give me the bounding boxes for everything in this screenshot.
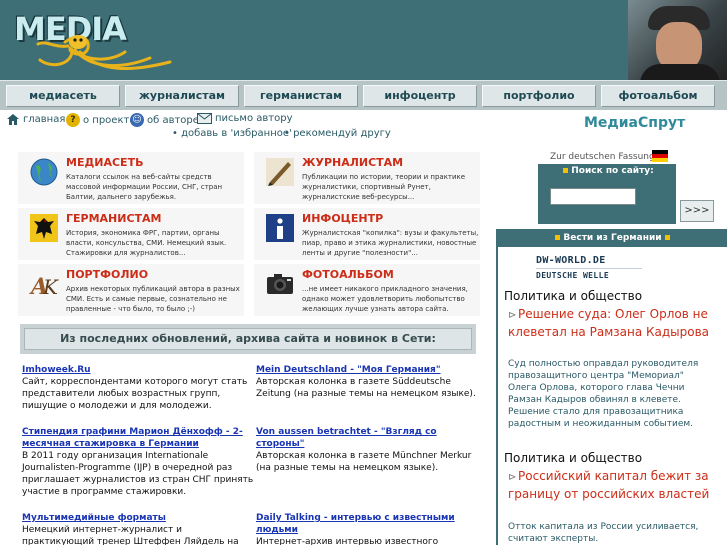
news-item: Mein Deutschland - "Моя Германия" Авторс… <box>256 364 488 400</box>
right-sidebar: Zur deutschen Fassung Поиск по сайту: >>… <box>496 144 727 545</box>
letter-label: письмо автору <box>215 113 293 124</box>
news-title-link[interactable]: Imhoweek.Ru <box>22 364 254 376</box>
about-author-link[interactable]: ☺ об авторе <box>130 113 199 127</box>
section-desc: История, экономика ФРГ, партии, органы в… <box>66 229 227 257</box>
news-text: Авторская колонка в газете Süddeutsche Z… <box>256 377 476 399</box>
section-infocenter[interactable]: ИНФОЦЕНТР Журналистская "копилка": вузы … <box>254 208 480 260</box>
dw-section-title: Политика и общество <box>504 289 643 303</box>
main-nav: медиасеть журналистам германистам инфоце… <box>0 80 727 110</box>
section-title[interactable]: МЕДИАСЕТЬ <box>66 156 143 169</box>
dw-news-desc: Отток капитала из России усиливается, сч… <box>508 522 699 544</box>
news-title-link[interactable]: Mein Deutschland - "Моя Германия" <box>256 364 488 376</box>
section-portfolio[interactable]: AK ПОРТФОЛИО Архив некоторых публикаций … <box>18 264 244 316</box>
dw-logo[interactable]: DW-WORLD.DE DEUTSCHE WELLE <box>536 255 642 280</box>
search-button[interactable]: >>> <box>680 200 714 222</box>
dw-news-desc: Суд полностью оправдал руководителя прав… <box>508 359 699 429</box>
section-photoalbum[interactable]: ФОТОАЛЬБОМ ...не имеет никакого прикладн… <box>254 264 480 316</box>
section-journalists[interactable]: ЖУРНАЛИСТАМ Публикации по истории, теори… <box>254 152 480 204</box>
search-label-text: Поиск по сайту: <box>571 166 654 176</box>
nav-photoalbum[interactable]: фотоальбом <box>601 85 715 107</box>
section-title[interactable]: ФОТОАЛЬБОМ <box>302 268 394 281</box>
dw-news-box: Вести из Германии DW-WORLD.DE DEUTSCHE W… <box>496 229 727 545</box>
site-title: МедиаСпрут <box>584 115 686 131</box>
section-desc: Каталоги ссылок на веб-сайты средств мас… <box>66 173 223 201</box>
site-header: MEDIA <box>0 0 727 80</box>
dw-news-link[interactable]: ⊳ Российский капитал бежит за границу от … <box>508 468 713 503</box>
section-desc: Журналистская "копилка": вузы и факульте… <box>302 229 479 257</box>
section-mediaset[interactable]: МЕДИАСЕТЬ Каталоги ссылок на веб-сайты с… <box>18 152 244 204</box>
news-item: Стипендия графини Марион Дёнхофф - 2-мес… <box>22 426 254 498</box>
about-project-link[interactable]: ? о проекте <box>66 113 135 127</box>
about-project-label: о проекте <box>83 114 136 126</box>
dw-header-text: Вести из Германии <box>563 233 662 243</box>
envelope-icon <box>197 113 212 124</box>
news-title-link[interactable]: Daily Talking - интервью с известными лю… <box>256 512 488 536</box>
news-title-link[interactable]: Стипендия графини Марион Дёнхофф - 2-мес… <box>22 426 254 450</box>
news-title-link[interactable]: Von aussen betrachtet - "Взгляд со сторо… <box>256 426 488 450</box>
section-desc: ...не имеет никакого прикладного значени… <box>302 285 468 313</box>
updates-bar: Из последних обновлений, архива сайта и … <box>20 324 476 354</box>
letter-link[interactable]: письмо автору <box>197 113 293 124</box>
about-author-label: об авторе <box>147 114 199 126</box>
updates-heading: Из последних обновлений, архива сайта и … <box>24 328 472 350</box>
nav-germanists[interactable]: германистам <box>244 85 358 107</box>
favorites-link[interactable]: • добавь в 'избранное' <box>172 128 292 139</box>
search-label: Поиск по сайту: <box>538 166 676 176</box>
section-title[interactable]: ПОРТФОЛИО <box>66 268 148 281</box>
dw-section-title: Политика и общество <box>504 451 643 465</box>
dw-news-title: Российский капитал бежит за границу от р… <box>508 469 710 501</box>
german-version-link[interactable]: Zur deutschen Fassung <box>550 152 655 162</box>
news-text: Немецкий интернет-журналист и практикующ… <box>22 525 239 545</box>
german-flag-icon[interactable] <box>652 150 668 162</box>
news-text: В 2011 году организация Internationale J… <box>22 451 254 497</box>
arrow-bullet-icon: ⊳ <box>508 472 517 483</box>
news-item: Мультимедийные форматы Немецкий интернет… <box>22 512 254 545</box>
news-item: Daily Talking - интервью с известными лю… <box>256 512 488 545</box>
section-title[interactable]: ИНФОЦЕНТР <box>302 212 383 225</box>
section-desc: Публикации по истории, теории и практике… <box>302 173 466 201</box>
dw-header: Вести из Германии <box>498 229 727 247</box>
section-germanists[interactable]: ГЕРМАНИСТАМ История, экономика ФРГ, парт… <box>18 208 244 260</box>
dw-news-link[interactable]: ⊳ Решение суда: Олег Орлов не клеветал на… <box>508 306 713 341</box>
nav-journalists[interactable]: журналистам <box>125 85 239 107</box>
home-link[interactable]: главная <box>6 113 65 126</box>
news-text: Сайт, корреспондентами которого могут ст… <box>22 377 248 411</box>
news-item: Von aussen betrachtet - "Взгляд со сторо… <box>256 426 488 474</box>
section-grid: МЕДИАСЕТЬ Каталоги ссылок на веб-сайты с… <box>18 150 480 316</box>
news-item: Imhoweek.Ru Сайт, корреспондентами котор… <box>22 364 254 412</box>
dw-news-title: Решение суда: Олег Орлов не клеветал на … <box>508 307 710 339</box>
nav-infocenter[interactable]: инфоцентр <box>363 85 477 107</box>
search-input[interactable] <box>550 188 636 205</box>
news-text: Авторская колонка в газете Münchner Merk… <box>256 451 472 473</box>
section-desc: Архив некоторых публикаций автора в разн… <box>66 285 240 313</box>
home-label: главная <box>23 114 66 125</box>
author-photo <box>628 0 727 80</box>
section-title[interactable]: ЖУРНАЛИСТАМ <box>302 156 403 169</box>
recommend-link[interactable]: • рекомендуй другу <box>284 128 391 139</box>
author-icon: ☺ <box>130 113 144 127</box>
question-icon: ? <box>66 113 80 127</box>
news-text: Интернет-архив интервью известного росси… <box>256 537 439 545</box>
octopus-logo-icon <box>36 35 172 71</box>
nav-mediaset[interactable]: медиасеть <box>6 85 120 107</box>
section-title[interactable]: ГЕРМАНИСТАМ <box>66 212 162 225</box>
nav-portfolio[interactable]: портфолио <box>482 85 596 107</box>
dw-logo-line2: DEUTSCHE WELLE <box>536 271 610 280</box>
dw-logo-line1: DW-WORLD.DE <box>536 255 606 266</box>
home-icon <box>7 114 19 125</box>
news-title-link[interactable]: Мультимедийные форматы <box>22 512 254 524</box>
search-box: Поиск по сайту: >>> <box>538 164 714 224</box>
arrow-bullet-icon: ⊳ <box>508 310 517 321</box>
